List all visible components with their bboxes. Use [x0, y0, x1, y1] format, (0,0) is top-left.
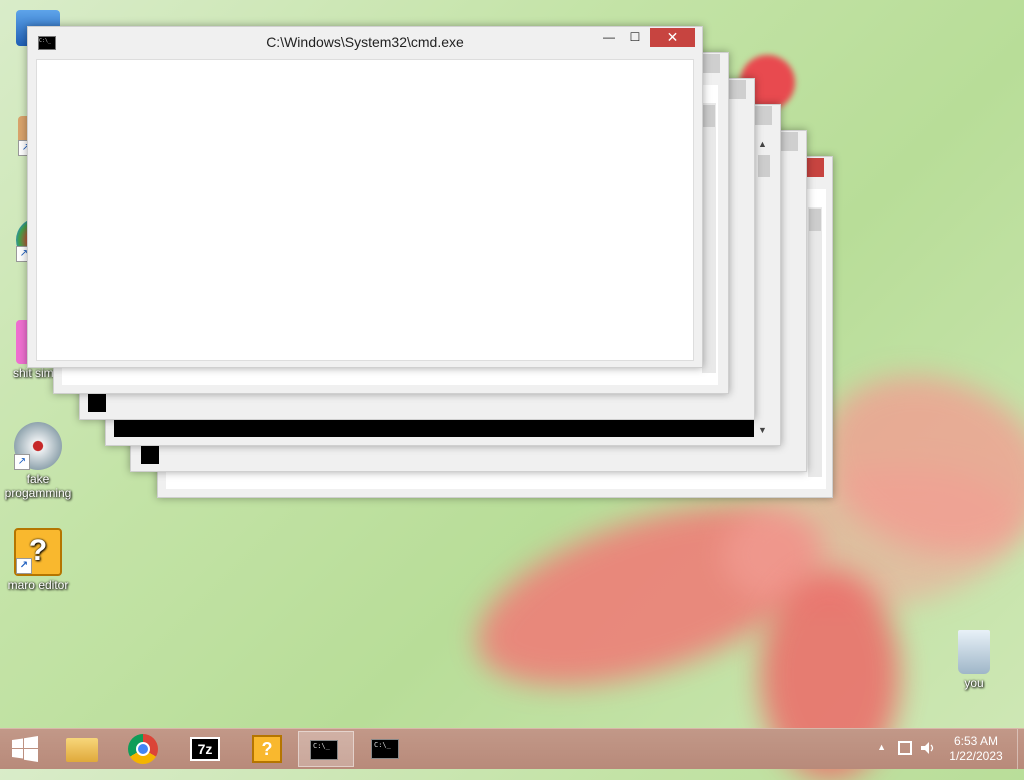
network-icon[interactable] — [898, 741, 912, 755]
scrollbar[interactable] — [702, 103, 716, 373]
clock-time: 6:53 AM — [953, 734, 999, 748]
windows-logo-icon — [12, 736, 38, 762]
atom-app-icon: ↗ — [14, 422, 62, 470]
close-button[interactable]: ✕ — [650, 28, 695, 47]
scroll-thumb[interactable] — [758, 155, 770, 177]
taskbar-maro-editor[interactable]: ? — [240, 731, 296, 767]
scrollbar[interactable]: ▲ ▼ — [756, 137, 772, 437]
title-bar[interactable]: C:\_ C:\Windows\System32\cmd.exe — ☐ ✕ — [28, 27, 702, 55]
clock[interactable]: 6:53 AM 1/22/2023 — [944, 734, 1008, 764]
shortcut-arrow-icon: ↗ — [14, 454, 30, 470]
cmd-icon: C:\_ — [371, 739, 399, 759]
desktop-icon-fake-programming[interactable]: ↗ fake progamming — [0, 422, 76, 500]
scrollbar[interactable] — [808, 207, 822, 477]
chrome-icon — [128, 734, 158, 764]
cmd-icon: C:\_ — [310, 740, 338, 760]
folder-icon — [66, 738, 98, 762]
scroll-down-icon[interactable]: ▼ — [758, 425, 767, 435]
scroll-up-icon[interactable]: ▲ — [758, 139, 767, 149]
scroll-thumb[interactable] — [809, 209, 821, 231]
taskbar-7zip[interactable]: 7z — [178, 731, 234, 767]
desktop-icon-recycle-bin[interactable]: you — [936, 630, 1012, 690]
taskbar: 7z ? C:\_ C:\_ ▲ 6:53 AM 1/22/2023 — [0, 728, 1024, 769]
question-block-icon: ? — [252, 735, 282, 763]
shortcut-arrow-icon: ↗ — [16, 558, 32, 574]
cmd-window-front[interactable]: C:\_ C:\Windows\System32\cmd.exe — ☐ ✕ — [27, 26, 703, 368]
show-desktop-button[interactable] — [1017, 729, 1024, 769]
taskbar-file-explorer[interactable] — [54, 731, 110, 767]
scroll-thumb[interactable] — [703, 105, 715, 127]
7zip-icon: 7z — [190, 737, 220, 761]
console-area — [88, 394, 106, 412]
recycle-bin-icon — [958, 630, 990, 674]
taskbar-cmd-1[interactable]: C:\_ — [298, 731, 354, 767]
desktop-icon-maro-editor[interactable]: ? ↗ maro editor — [0, 528, 76, 592]
console-area — [141, 446, 159, 464]
question-block-icon: ? ↗ — [14, 528, 62, 576]
console-area[interactable] — [36, 59, 694, 361]
taskbar-cmd-2[interactable]: C:\_ — [360, 731, 416, 767]
start-button[interactable] — [0, 731, 50, 767]
maximize-button[interactable]: ☐ — [622, 28, 648, 47]
clock-date: 1/22/2023 — [949, 749, 1003, 763]
taskbar-chrome[interactable] — [116, 731, 172, 767]
volume-icon[interactable] — [920, 740, 936, 756]
show-hidden-icons-button[interactable]: ▲ — [877, 742, 886, 752]
minimize-button[interactable]: — — [596, 28, 622, 47]
